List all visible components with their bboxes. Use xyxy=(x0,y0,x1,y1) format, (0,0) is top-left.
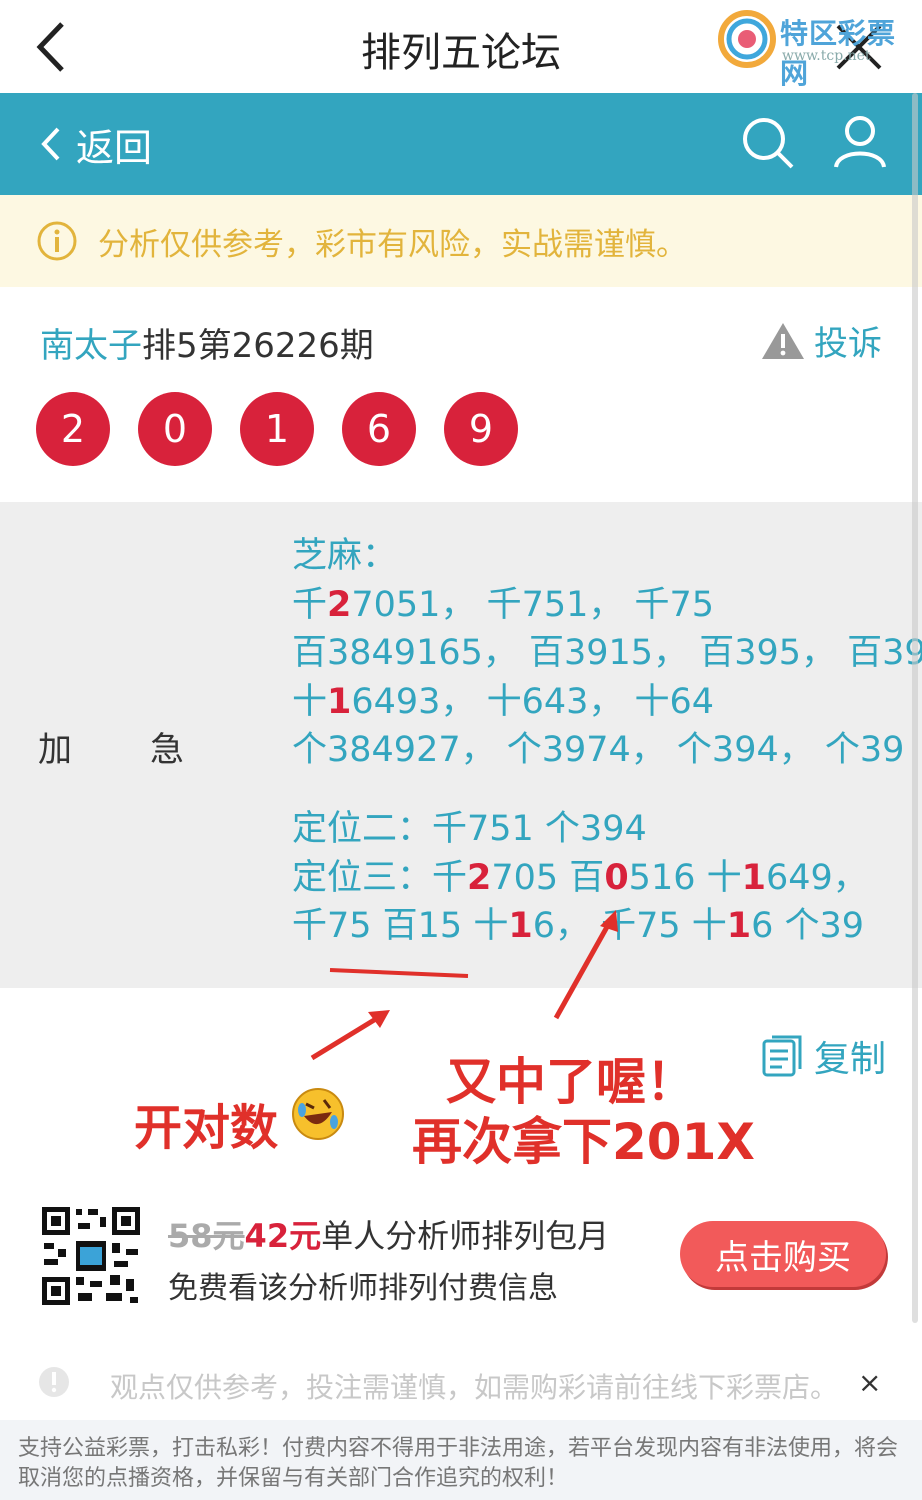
prediction-line: 定位三：千2705 百0516 十1649， xyxy=(292,854,922,903)
user-icon[interactable] xyxy=(832,113,888,169)
watermark-url: www.tcp.net xyxy=(782,48,871,64)
promo-price-line: 58元42元单人分析师排列包月 xyxy=(168,1211,609,1257)
hit-digit: 0 xyxy=(604,857,629,898)
old-price: 58元 xyxy=(168,1217,245,1255)
annotation-arrowhead-left xyxy=(368,1010,390,1028)
urgent-label-char: 加 xyxy=(38,730,76,770)
hit-digit: 1 xyxy=(508,906,533,947)
info-icon xyxy=(37,221,77,261)
watermark-logo-icon xyxy=(718,10,776,68)
risk-notice: 分析仅供参考，彩市有风险，实战需谨慎。 xyxy=(0,195,922,287)
exclamation-icon xyxy=(39,1367,69,1397)
scrollbar[interactable] xyxy=(912,93,918,1323)
prediction-segment: 定位二：千751 个394 xyxy=(292,808,647,849)
author-name[interactable]: 南太子 xyxy=(40,326,142,366)
prediction-line: 定位二：千751 个394 xyxy=(292,805,922,854)
prediction-line: 芝麻： xyxy=(292,532,922,581)
winning-numbers: 2 0 1 6 9 xyxy=(36,392,546,466)
chevron-left-icon xyxy=(41,127,60,161)
prediction-segment: 6 个39 xyxy=(751,906,865,947)
hit-digit: 1 xyxy=(726,906,752,947)
new-price: 42元 xyxy=(244,1217,322,1255)
search-icon[interactable] xyxy=(740,115,796,171)
prediction-segment: 百3849165， 百3915， 百395， 百39 xyxy=(292,633,922,674)
prediction-text: 芝麻： 千27051， 千751， 千75 百3849165， 百3915， 百39… xyxy=(292,532,922,951)
urgent-label-char: 急 xyxy=(150,730,188,770)
prediction-segment: 十 xyxy=(292,681,328,722)
prediction-line: 千27051， 千751， 千75 xyxy=(292,581,922,630)
back-label: 返回 xyxy=(76,125,153,170)
dismiss-button[interactable]: × xyxy=(858,1366,881,1399)
hit-digit: 2 xyxy=(467,857,492,898)
prediction-content: 加急 芝麻： 千27051， 千751， 千75 百3849165， 百3915， … xyxy=(0,502,922,988)
report-button[interactable]: 投诉 xyxy=(760,316,882,365)
copy-icon xyxy=(762,1035,802,1077)
report-label: 投诉 xyxy=(814,324,882,364)
forum-nav-bar: 返回 xyxy=(0,93,922,195)
laughing-emoji-icon xyxy=(292,1088,344,1140)
prediction-segment: 705 百 xyxy=(491,857,605,898)
prediction-segment: 6， 千75 十 xyxy=(532,906,727,947)
prediction-segment: 7051， 千751， 千75 xyxy=(351,584,715,625)
prediction-segment: 649， xyxy=(765,857,868,898)
prediction-segment: 千 xyxy=(292,584,328,625)
annotation-left-text: 开对数 xyxy=(134,1100,279,1156)
copy-button[interactable]: 复制 xyxy=(760,1030,886,1082)
prediction-segment: 芝麻： xyxy=(292,536,398,576)
warning-icon xyxy=(762,322,804,359)
promo-subtitle: 免费看该分析师排列付费信息 xyxy=(168,1271,558,1306)
number-ball: 2 xyxy=(36,392,110,466)
prediction-segment: 千75 百15 十 xyxy=(292,906,509,947)
prediction-line: 个384927， 个3974， 个394， 个39 xyxy=(292,726,922,775)
issue-title: 排5第26226期 xyxy=(142,326,374,366)
prediction-segment: 516 十 xyxy=(628,857,742,898)
number-ball: 6 xyxy=(342,392,416,466)
promo-title: 单人分析师排列包月 xyxy=(321,1217,610,1255)
prediction-segment: 个384927， 个3974， 个394， 个39 xyxy=(292,730,905,771)
prediction-segment: 定位三：千 xyxy=(292,857,468,898)
number-ball: 0 xyxy=(138,392,212,466)
prediction-line: 百3849165， 百3915， 百395， 百39 xyxy=(292,629,922,678)
bottom-disclaimer-text: 观点仅供参考，投注需谨慎，如需购彩请前往线下彩票店。 xyxy=(110,1371,839,1404)
prediction-line: 千75 百15 十16， 千75 十16 个39 xyxy=(292,902,922,951)
urgent-label: 加急 xyxy=(38,722,262,771)
legal-footer: 支持公益彩票，打击私彩！付费内容不得用于非法用途，若平台发现内容有非法使用，将会… xyxy=(0,1420,922,1500)
prediction-segment: 6493， 十643， 十64 xyxy=(351,681,715,722)
number-ball: 9 xyxy=(444,392,518,466)
prediction-line xyxy=(292,775,922,805)
back-button[interactable]: 返回 xyxy=(40,119,153,170)
buy-button[interactable]: 点击购买 xyxy=(680,1221,886,1287)
copy-label: 复制 xyxy=(814,1039,887,1080)
notice-text: 分析仅供参考，彩市有风险，实战需谨慎。 xyxy=(98,226,687,263)
annotation-win-subtext: 再次拿下201X xyxy=(412,1113,755,1171)
annotation-arrow-left xyxy=(310,1011,386,1061)
site-watermark: 特区彩票网 www.tcp.net xyxy=(718,8,918,90)
number-ball: 1 xyxy=(240,392,314,466)
subscription-promo: 58元42元单人分析师排列包月 免费看该分析师排列付费信息 点击购买 xyxy=(0,1185,922,1325)
prediction-line: 十16493， 十643， 十64 xyxy=(292,678,922,727)
hit-digit: 1 xyxy=(741,857,766,898)
hit-digit: 1 xyxy=(327,681,352,722)
post-title: 南太子排5第26226期 xyxy=(40,318,374,367)
qr-code-icon xyxy=(40,1205,142,1307)
bottom-disclaimer: 观点仅供参考，投注需谨慎，如需购彩请前往线下彩票店。 × xyxy=(0,1350,922,1416)
hit-digit: 2 xyxy=(327,584,352,625)
